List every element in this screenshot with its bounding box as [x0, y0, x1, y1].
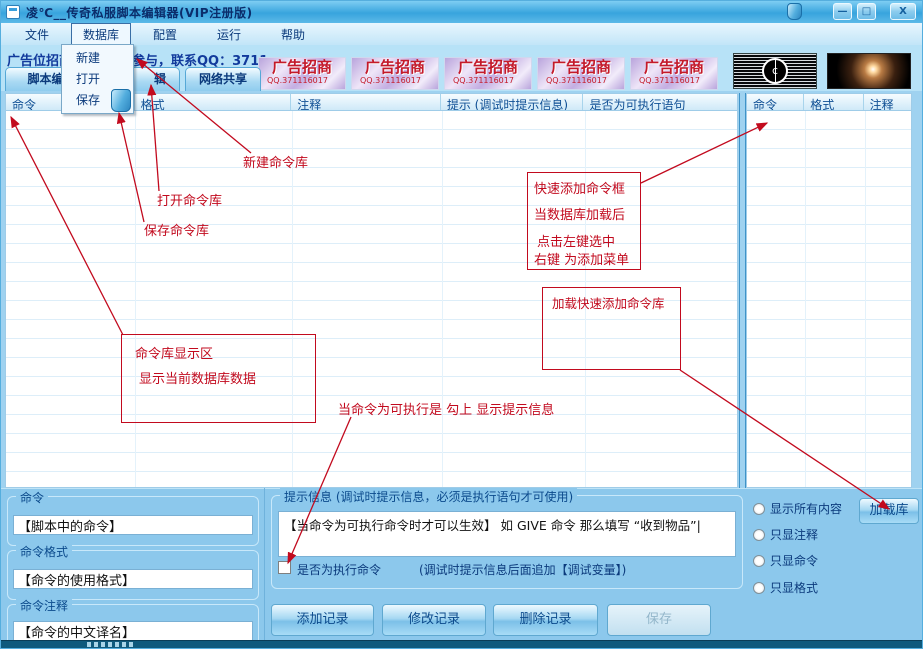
- executable-checkbox[interactable]: [278, 561, 291, 574]
- annotation-line: 加载快速添加命令库: [552, 293, 665, 312]
- ad-banner[interactable]: 广告招商 QQ.371116017: [444, 57, 532, 90]
- ad-banner-title: 广告招商: [352, 58, 438, 76]
- menu-config[interactable]: 配置: [135, 24, 195, 45]
- annotation-line: 当数据库加载后: [534, 204, 625, 223]
- format-group-label: 命令格式: [16, 543, 72, 560]
- annotation-new-library: 新建命令库: [243, 152, 308, 171]
- menubar: 文件 数据库 配置 运行 帮助: [1, 23, 923, 45]
- load-library-button[interactable]: 加载库: [859, 498, 919, 524]
- ad-banner[interactable]: 广告招商 QQ.371116017: [537, 57, 625, 90]
- quick-add-grid-header: 命令 格式 注释: [746, 93, 912, 111]
- ad-banner-qq: QQ.371116017: [352, 76, 438, 85]
- filter-label: 只显注释: [770, 526, 818, 543]
- radio-icon[interactable]: [753, 555, 765, 567]
- floating-jar-icon[interactable]: [111, 89, 131, 112]
- tab-network-share[interactable]: 网络共享: [185, 67, 261, 91]
- ad-banner-qq: QQ.371116017: [538, 76, 624, 85]
- column-header-comment[interactable]: 注释: [864, 94, 911, 110]
- column-header-executable[interactable]: 是否为可执行语句: [583, 94, 737, 110]
- format-input[interactable]: [13, 569, 253, 589]
- grid-column-line: [135, 111, 136, 487]
- annotation-line: 显示当前数据库数据: [139, 368, 256, 387]
- radio-icon[interactable]: [753, 529, 765, 541]
- column-header-hint[interactable]: 提示 (调试时提示信息): [441, 94, 584, 110]
- ad-banner-qq: QQ.371116017: [259, 76, 345, 85]
- annotation-line: 右键 为添加菜单: [534, 249, 629, 268]
- circle-c-logo-icon: c: [762, 58, 788, 84]
- ad-banner-title: 广告招商: [259, 58, 345, 76]
- executable-checkbox-label: 是否为执行命令: [297, 561, 381, 578]
- filter-command-only[interactable]: 只显命令: [753, 552, 818, 569]
- minimize-button[interactable]: —: [833, 3, 852, 20]
- menu-item-new[interactable]: 新建: [62, 48, 133, 69]
- column-header-format[interactable]: 格式: [135, 94, 292, 110]
- status-fragment: [87, 642, 135, 647]
- maximize-button[interactable]: □: [857, 3, 876, 20]
- add-record-button[interactable]: 添加记录: [271, 604, 374, 636]
- annotation-line: 点击左键选中: [537, 231, 615, 250]
- glow-orb-banner[interactable]: [827, 53, 911, 89]
- filter-format-only[interactable]: 只显格式: [753, 579, 818, 596]
- annotation-line: 快速添加命令框: [534, 178, 625, 197]
- ad-banner[interactable]: 广告招商 QQ.371116017: [258, 57, 346, 90]
- menu-item-open[interactable]: 打开: [62, 69, 133, 90]
- column-header-format[interactable]: 格式: [804, 94, 863, 110]
- filter-label: 只显命令: [770, 552, 818, 569]
- ad-banner[interactable]: 广告招商 QQ.371116017: [351, 57, 439, 90]
- annotation-display-area-box: 命令库显示区 显示当前数据库数据: [121, 334, 316, 423]
- close-button[interactable]: X: [890, 3, 916, 20]
- radio-icon[interactable]: [753, 503, 765, 515]
- annotation-load-quick-box: 加载快速添加命令库: [542, 287, 681, 370]
- modify-record-button[interactable]: 修改记录: [382, 604, 486, 636]
- status-strip: [1, 640, 923, 649]
- ad-banner-title: 广告招商: [445, 58, 531, 76]
- ad-banner-title: 广告招商: [631, 58, 717, 76]
- annotation-open-library: 打开命令库: [157, 190, 222, 209]
- filter-label: 显示所有内容: [770, 500, 842, 517]
- trash-jar-icon[interactable]: [787, 3, 802, 20]
- command-input[interactable]: [13, 515, 253, 535]
- comment-group-label: 命令注释: [16, 597, 72, 614]
- command-group-label: 命令: [16, 489, 48, 506]
- quick-add-grid-body[interactable]: [746, 111, 912, 488]
- menu-run[interactable]: 运行: [199, 24, 259, 45]
- titlebar: 凌℃__传奇私服脚本编辑器(VIP注册版) — □ X: [1, 1, 923, 23]
- delete-record-button[interactable]: 删除记录: [493, 604, 598, 636]
- filter-show-all[interactable]: 显示所有内容: [753, 500, 842, 517]
- ad-banner[interactable]: 广告招商 QQ.371116017: [630, 57, 718, 90]
- hint-group-label: 提示信息 (调试时提示信息，必须是执行语句才可使用): [280, 488, 577, 505]
- grid-column-line: [865, 111, 866, 487]
- radio-icon[interactable]: [753, 582, 765, 594]
- app-window: 凌℃__传奇私服脚本编辑器(VIP注册版) — □ X 文件 数据库 配置 运行…: [0, 0, 923, 649]
- ad-banner-qq: QQ.371116017: [631, 76, 717, 85]
- grid-column-line: [442, 111, 443, 487]
- menu-database[interactable]: 数据库: [71, 23, 131, 46]
- annotation-save-library: 保存命令库: [144, 220, 209, 239]
- column-header-command[interactable]: 命令: [747, 94, 804, 110]
- annotation-quick-add-box: 快速添加命令框 当数据库加载后 点击左键选中 右键 为添加菜单: [527, 172, 641, 270]
- filter-label: 只显格式: [770, 579, 818, 596]
- filter-comment-only[interactable]: 只显注释: [753, 526, 818, 543]
- annotation-line: 命令库显示区: [135, 343, 213, 362]
- ad-banner-title: 广告招商: [538, 58, 624, 76]
- window-title: 凌℃__传奇私服脚本编辑器(VIP注册版): [26, 4, 253, 21]
- executable-checkbox-note: (调试时提示信息后面追加【调试变量】): [419, 561, 626, 578]
- menu-help[interactable]: 帮助: [263, 24, 323, 45]
- panel-separator: [264, 488, 265, 641]
- column-header-comment[interactable]: 注释: [291, 94, 441, 110]
- hint-input[interactable]: 【当命令为可执行命令时才可以生效】 如 GIVE 命令 那么填写 “收到物品”|: [278, 511, 736, 557]
- save-button: 保存: [607, 604, 711, 636]
- app-icon: [6, 5, 20, 19]
- grid-column-line: [805, 111, 806, 487]
- ad-banner-qq: QQ.371116017: [445, 76, 531, 85]
- comment-input[interactable]: [13, 621, 253, 641]
- striped-logo-banner[interactable]: c: [733, 53, 817, 89]
- menu-file[interactable]: 文件: [7, 24, 67, 45]
- annotation-executable-note: 当命令为可执行是 勾上 显示提示信息: [338, 399, 554, 418]
